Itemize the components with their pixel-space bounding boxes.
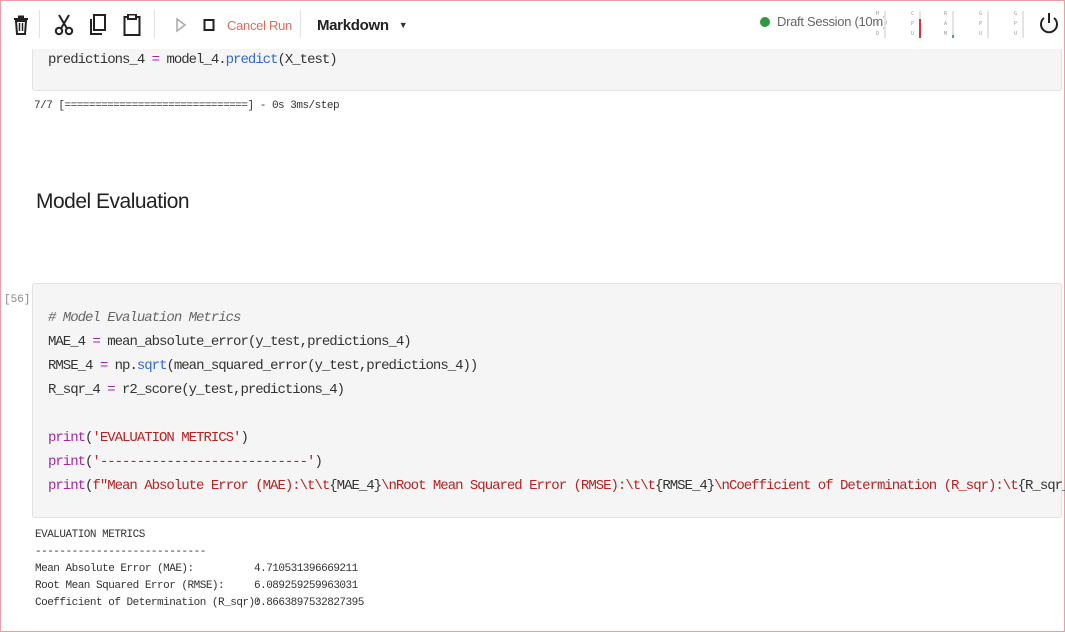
meter-gpu: GPU bbox=[977, 9, 995, 41]
meter-hdd: HDD bbox=[874, 9, 892, 41]
cell-output-metrics: EVALUATION METRICS ---------------------… bbox=[35, 529, 364, 609]
copy-icon[interactable] bbox=[86, 10, 110, 40]
cell-type-select[interactable]: Markdown ▼ bbox=[316, 16, 408, 34]
scissors-icon[interactable] bbox=[52, 10, 76, 40]
code-block: # Model Evaluation Metrics MAE_4 = mean_… bbox=[48, 310, 1065, 494]
toolbar-divider bbox=[154, 10, 155, 40]
meter-ram: RAM bbox=[942, 9, 960, 41]
power-icon[interactable] bbox=[1038, 11, 1060, 37]
stop-icon[interactable] bbox=[197, 10, 221, 40]
toolbar-divider bbox=[39, 10, 40, 40]
cell-type-value: Markdown bbox=[316, 16, 389, 34]
meter-gpu-2: GPU bbox=[1012, 9, 1030, 41]
session-label: Draft Session (10m) bbox=[777, 14, 887, 29]
paste-icon[interactable] bbox=[120, 10, 144, 40]
toolbar-divider bbox=[299, 10, 301, 40]
chevron-down-icon: ▼ bbox=[398, 20, 408, 30]
code-line: predictions_4 = model_4.predict(X_test) bbox=[48, 52, 338, 68]
cell-output-predict: 7/7 [==============================] - 0… bbox=[34, 100, 340, 112]
meter-cpu: CPU bbox=[909, 9, 927, 41]
session-status[interactable]: Draft Session (10m) bbox=[760, 14, 887, 29]
run-icon[interactable] bbox=[169, 10, 193, 40]
code-cell-metrics[interactable]: # Model Evaluation Metrics MAE_4 = mean_… bbox=[32, 283, 1065, 518]
status-dot-icon bbox=[760, 16, 770, 27]
trash-icon[interactable] bbox=[9, 10, 33, 40]
cancel-run-button[interactable]: Cancel Run bbox=[227, 18, 292, 33]
toolbar-shadow bbox=[32, 38, 1062, 49]
markdown-heading: Model Evaluation bbox=[36, 190, 190, 213]
